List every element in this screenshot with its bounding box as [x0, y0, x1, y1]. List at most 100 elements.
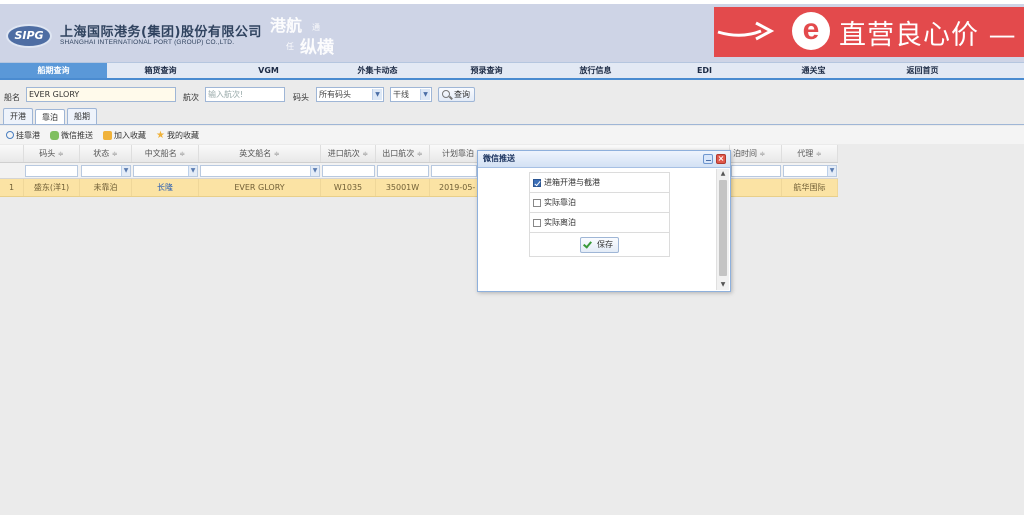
- checkbox[interactable]: [533, 198, 541, 207]
- column-header-export-voyage[interactable]: 出口航次 ≑: [376, 145, 430, 162]
- company-name-cn: 上海国际港务(集团)股份有限公司: [60, 25, 262, 40]
- sort-icon: ≑: [273, 150, 280, 158]
- cell-export-voyage: 35001W: [376, 179, 430, 196]
- sort-icon: ≑: [416, 150, 423, 158]
- sort-icon: ≑: [759, 150, 766, 158]
- star-icon: ★: [156, 129, 165, 141]
- column-header-status[interactable]: 状态 ≑: [80, 145, 132, 162]
- line-select[interactable]: 干线 ▼: [390, 87, 432, 102]
- dialog-title-bar[interactable]: 微信推送 ×: [478, 151, 730, 168]
- search-button-label: 查询: [454, 90, 470, 99]
- slogan-text-c: 任: [286, 42, 294, 51]
- scroll-up-icon[interactable]: ▲: [717, 169, 729, 179]
- filter-cn-name[interactable]: ▼: [133, 165, 198, 177]
- column-header-terminal[interactable]: 码头 ≑: [24, 145, 80, 162]
- filter-import-voyage[interactable]: [322, 165, 375, 177]
- search-bar: 船名 EVER GLORY 航次 输入航次! 码头 所有码头 ▼ 干线 ▼ 查询: [0, 84, 1024, 106]
- search-button[interactable]: 查询: [438, 87, 475, 102]
- nav-item-container[interactable]: 箱货查询: [107, 63, 214, 78]
- chevron-down-icon: ▼: [420, 89, 430, 100]
- checkmark-icon: [583, 238, 592, 249]
- filter-terminal[interactable]: [25, 165, 78, 177]
- nav-item-schedule[interactable]: 船期查询: [0, 63, 107, 78]
- column-header-en-name[interactable]: 英文船名 ≑: [199, 145, 321, 162]
- option-open-cutoff[interactable]: 进箱开港与截港: [530, 173, 669, 193]
- tab-schedule[interactable]: 船期: [67, 108, 97, 124]
- ship-name-input[interactable]: EVER GLORY: [26, 87, 176, 102]
- save-button[interactable]: 保存: [580, 236, 619, 253]
- wechat-push-button[interactable]: 微信推送: [50, 130, 93, 141]
- sort-icon: ≑: [362, 150, 369, 158]
- port-call-button[interactable]: 挂靠港: [6, 130, 40, 141]
- port-call-label: 挂靠港: [16, 130, 40, 140]
- chevron-down-icon: ▼: [310, 166, 319, 176]
- option-actual-berth[interactable]: 实际靠泊: [530, 193, 669, 213]
- ad-banner[interactable]: e 直营良心价 —: [714, 7, 1024, 57]
- sort-icon: ≑: [57, 150, 64, 158]
- column-header-berth-time[interactable]: 泊时间 ≑: [730, 145, 782, 162]
- cell-berth-time: [730, 179, 782, 196]
- add-favorite-button[interactable]: 加入收藏: [103, 130, 146, 141]
- banner-text: 直营良心价 —: [839, 20, 1017, 51]
- search-icon: [442, 90, 450, 98]
- filter-status[interactable]: ▼: [81, 165, 131, 177]
- scroll-down-icon[interactable]: ▼: [717, 280, 729, 290]
- nav-item-truck[interactable]: 外集卡动态: [323, 63, 432, 78]
- wechat-icon: [50, 130, 59, 140]
- wechat-push-dialog: 微信推送 × 进箱开港与截港 实际靠泊 实际离泊 保存 ▲ ▼: [477, 150, 731, 292]
- nav-item-customs[interactable]: 通关宝: [759, 63, 868, 78]
- nav-item-home[interactable]: 返回首页: [868, 63, 977, 78]
- arrow-icon: [717, 21, 775, 41]
- column-header-cn-name[interactable]: 中文船名 ≑: [132, 145, 199, 162]
- push-options-table: 进箱开港与截港 实际靠泊 实际离泊 保存: [529, 172, 670, 257]
- filter-berth-time[interactable]: [731, 165, 781, 177]
- cell-terminal: 盛东(洋1): [24, 179, 80, 196]
- my-favorites-button[interactable]: ★ 我的收藏: [156, 130, 199, 141]
- filter-agent[interactable]: ▼: [783, 165, 837, 177]
- result-tabs: 开港 靠泊 船期: [3, 108, 97, 125]
- cell-cn-name-link[interactable]: 长隆: [132, 179, 199, 196]
- sort-icon: ≑: [179, 150, 186, 158]
- cell-agent: 航华国际: [782, 179, 838, 196]
- voyage-label: 航次: [183, 93, 199, 102]
- sort-icon: ≑: [111, 150, 118, 158]
- terminal-select[interactable]: 所有码头 ▼: [316, 87, 384, 102]
- add-favorite-icon: [103, 130, 112, 140]
- nav-item-prerecord[interactable]: 预录查询: [432, 63, 541, 78]
- company-name-en: SHANGHAI INTERNATIONAL PORT (GROUP) CO.,…: [60, 39, 235, 46]
- option-actual-depart[interactable]: 实际离泊: [530, 213, 669, 233]
- tab-open-port[interactable]: 开港: [3, 108, 33, 124]
- main-nav: 船期查询 箱货查询 VGM 外集卡动态 预录查询 放行信息 EDI 通关宝 返回…: [0, 62, 1024, 80]
- terminal-label: 码头: [293, 93, 309, 102]
- tab-berthing[interactable]: 靠泊: [35, 109, 65, 125]
- save-button-label: 保存: [597, 239, 613, 249]
- add-favorite-label: 加入收藏: [114, 130, 146, 140]
- line-select-value: 干线: [393, 90, 409, 99]
- header-top-strip: [0, 0, 1024, 4]
- slogan-text-d: 纵横: [300, 38, 334, 58]
- dialog-scrollbar[interactable]: ▲ ▼: [716, 169, 729, 290]
- option-label: 进箱开港与截港: [544, 178, 600, 187]
- nav-item-vgm[interactable]: VGM: [214, 63, 323, 78]
- dialog-body: 进箱开港与截港 实际靠泊 实际离泊 保存: [479, 169, 716, 291]
- close-icon[interactable]: ×: [716, 154, 726, 164]
- filter-plan-berth[interactable]: [431, 165, 477, 177]
- scrollbar-thumb[interactable]: [719, 180, 727, 276]
- option-label: 实际靠泊: [544, 198, 576, 207]
- option-label: 实际离泊: [544, 218, 576, 227]
- banner-e-logo: e: [792, 12, 830, 50]
- filter-export-voyage[interactable]: [377, 165, 429, 177]
- nav-item-release[interactable]: 放行信息: [541, 63, 650, 78]
- checkbox[interactable]: [533, 218, 541, 227]
- grid-toolbar: 挂靠港 微信推送 加入收藏 ★ 我的收藏: [0, 126, 1024, 144]
- checkbox-checked[interactable]: [533, 178, 541, 187]
- column-header-agent[interactable]: 代理 ≑: [782, 145, 838, 162]
- minimize-icon[interactable]: [703, 154, 713, 164]
- anchor-icon: [6, 131, 14, 139]
- column-header-import-voyage[interactable]: 进口航次 ≑: [321, 145, 376, 162]
- nav-item-edi[interactable]: EDI: [650, 63, 759, 78]
- terminal-select-value: 所有码头: [319, 90, 351, 99]
- voyage-input[interactable]: 输入航次!: [205, 87, 285, 102]
- filter-en-name[interactable]: ▼: [200, 165, 320, 177]
- ship-name-label: 船名: [4, 93, 20, 102]
